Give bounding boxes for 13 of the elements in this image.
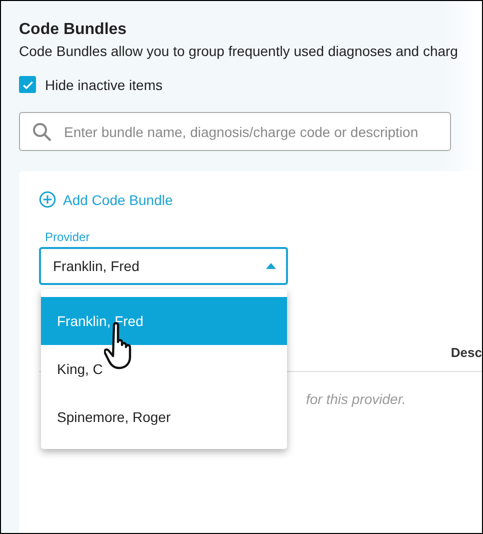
provider-option[interactable]: Spinemore, Roger (41, 393, 287, 441)
provider-option[interactable]: King, C (41, 345, 287, 393)
provider-select[interactable]: Franklin, Fred (39, 247, 288, 285)
provider-label: Provider (45, 230, 91, 244)
plus-circle-icon (39, 191, 56, 208)
column-header: Desc (450, 345, 482, 362)
empty-message: for this provider. (306, 391, 407, 407)
search-icon (32, 122, 52, 142)
caret-icon (266, 263, 276, 269)
page-title: Code Bundles (19, 21, 128, 39)
page-description: Code Bundles allow you to group frequently used diagnoses and charg (19, 43, 459, 59)
search-field[interactable]: Enter bundle name, diagnosis/charge code or description (19, 112, 451, 151)
hide-inactive-label: Hide inactive items (45, 76, 162, 92)
